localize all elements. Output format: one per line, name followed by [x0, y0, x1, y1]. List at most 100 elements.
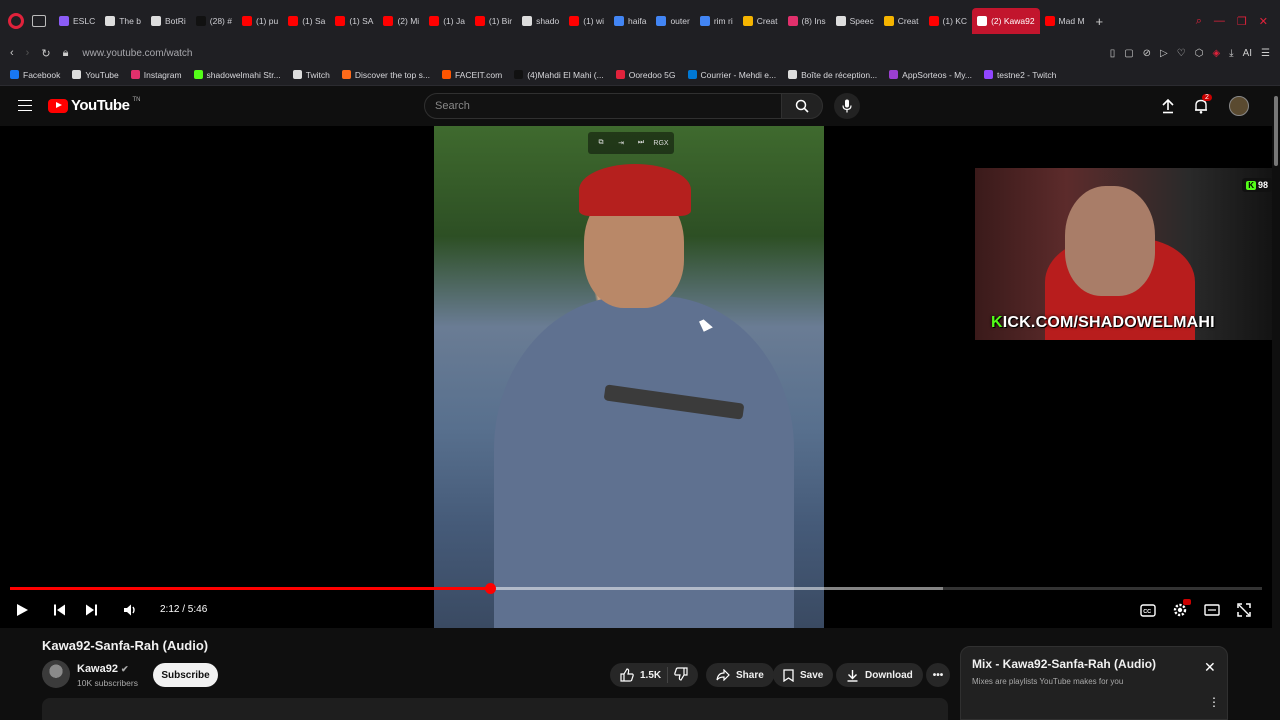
- tab[interactable]: (1) KC: [924, 8, 973, 34]
- tab[interactable]: rim ri: [695, 8, 738, 34]
- tab[interactable]: BotRi: [146, 8, 191, 34]
- save-button[interactable]: Save: [773, 663, 834, 687]
- skip-icon[interactable]: ⏭︎: [634, 136, 648, 150]
- forward-icon[interactable]: ›: [26, 47, 30, 60]
- theater-mode-button[interactable]: [1203, 602, 1221, 618]
- settings-button[interactable]: [1171, 599, 1191, 618]
- easy-setup-icon[interactable]: ☰: [1261, 48, 1270, 59]
- more-actions-button[interactable]: •••: [926, 663, 950, 687]
- video-overlay-toolbar: ⧉ ⇥ ⏭︎ RGX: [588, 132, 674, 154]
- video-figure: [494, 296, 794, 628]
- account-avatar[interactable]: [1229, 96, 1249, 116]
- bookmark-item[interactable]: Twitch: [292, 70, 330, 80]
- voice-search-button[interactable]: [834, 93, 860, 119]
- tab[interactable]: Creat: [879, 8, 924, 34]
- tab[interactable]: outer: [651, 8, 694, 34]
- bookmark-item[interactable]: YouTube: [72, 70, 119, 80]
- tab-active[interactable]: (2) Kawa92: [972, 8, 1040, 34]
- minimize-icon[interactable]: —: [1214, 15, 1225, 28]
- back-icon[interactable]: ‹: [10, 47, 14, 60]
- next-button[interactable]: [83, 602, 99, 618]
- tab[interactable]: Creat: [738, 8, 783, 34]
- channel-avatar[interactable]: [42, 660, 70, 688]
- close-window-icon[interactable]: ✕: [1259, 15, 1268, 28]
- wallet-icon[interactable]: ◈: [1212, 48, 1220, 59]
- captions-button[interactable]: CC: [1139, 602, 1157, 618]
- search-tabs-icon[interactable]: ⌕: [1196, 15, 1202, 28]
- tab[interactable]: (1) Sa: [283, 8, 330, 34]
- channel-name[interactable]: Kawa92 ✔︎: [77, 663, 129, 675]
- close-icon[interactable]: ✕: [1204, 659, 1216, 676]
- hd-badge: [1183, 599, 1191, 605]
- create-button[interactable]: [1160, 98, 1176, 119]
- scrollbar-thumb[interactable]: [1274, 96, 1278, 166]
- tab[interactable]: Speec: [831, 8, 879, 34]
- bookmark-item[interactable]: Boîte de réception...: [788, 70, 877, 80]
- notifications-button[interactable]: 2: [1193, 94, 1212, 119]
- overlay-tag[interactable]: RGX: [653, 136, 668, 150]
- video-player[interactable]: ⧉ ⇥ ⏭︎ RGX K 98 KICK.COM/SHADOWELMAHI 2:: [0, 126, 1280, 628]
- extensions-icon[interactable]: ⬡: [1195, 48, 1204, 59]
- mute-button[interactable]: [122, 602, 138, 618]
- description-box[interactable]: [42, 698, 948, 720]
- page-scrollbar[interactable]: [1272, 86, 1280, 720]
- tab[interactable]: (2) Mi: [378, 8, 424, 34]
- bookmark-item[interactable]: Ooredoo 5G: [615, 70, 676, 80]
- reload-icon[interactable]: ↻: [41, 47, 50, 60]
- popout-icon[interactable]: ⇥: [614, 136, 628, 150]
- tab[interactable]: Mad M: [1040, 8, 1090, 34]
- tab[interactable]: (1) wi: [564, 8, 609, 34]
- download-button[interactable]: Download: [836, 663, 923, 687]
- bookmark-item[interactable]: Courrier - Mehdi e...: [687, 70, 776, 80]
- tab[interactable]: (1) pu: [237, 8, 283, 34]
- copy-icon[interactable]: ⧉: [594, 136, 608, 150]
- new-tab-icon[interactable]: +: [1096, 14, 1104, 29]
- tab[interactable]: shado: [517, 8, 564, 34]
- bookmark-item[interactable]: AppSorteos - My...: [889, 70, 972, 80]
- fullscreen-button[interactable]: [1235, 602, 1253, 618]
- tab[interactable]: (28) #: [191, 8, 237, 34]
- ai-button[interactable]: AI: [1243, 48, 1252, 59]
- bookmark-item[interactable]: Discover the top s...: [341, 70, 430, 80]
- search-input[interactable]: Search: [424, 93, 782, 119]
- mix-playlist-panel[interactable]: Mix - Kawa92-Sanfa-Rah (Audio) Mixes are…: [960, 646, 1228, 720]
- player-icon[interactable]: ▷: [1160, 48, 1168, 59]
- bookmark-item[interactable]: testne2 - Twitch: [983, 70, 1056, 80]
- more-vertical-icon[interactable]: ⋮: [1208, 695, 1220, 709]
- heart-icon[interactable]: ♡: [1177, 48, 1186, 59]
- play-button[interactable]: [14, 602, 30, 618]
- download-icon[interactable]: ⤓: [1229, 48, 1233, 59]
- bookmark-item[interactable]: FACEIT.com: [441, 70, 502, 80]
- maximize-icon[interactable]: ❐: [1237, 15, 1247, 28]
- dislike-button[interactable]: [674, 666, 688, 684]
- url-field[interactable]: www.youtube.com/watch: [82, 48, 192, 59]
- opera-logo-icon[interactable]: [8, 13, 24, 29]
- share-button[interactable]: Share: [706, 663, 774, 687]
- video-frame[interactable]: [434, 126, 824, 628]
- progress-bar[interactable]: [10, 583, 1262, 594]
- bookmark-item[interactable]: Instagram: [130, 70, 182, 80]
- tab[interactable]: (1) SA: [330, 8, 378, 34]
- snapshot-icon[interactable]: ▢: [1124, 48, 1133, 59]
- scrubber-handle[interactable]: [484, 583, 496, 594]
- tab[interactable]: (1) Bir: [470, 8, 517, 34]
- tab[interactable]: The b: [100, 8, 146, 34]
- bookmark-icon[interactable]: ▯: [1110, 48, 1116, 59]
- window-controls: ⌕ — ❐ ✕: [1196, 15, 1274, 28]
- search-button[interactable]: [781, 93, 823, 119]
- tab[interactable]: (8) Ins: [783, 8, 831, 34]
- adblock-icon[interactable]: ⊘: [1143, 48, 1151, 59]
- bookmark-item[interactable]: shadowelmahi Str...: [193, 69, 281, 80]
- youtube-logo[interactable]: YouTube TN: [48, 97, 140, 114]
- subscribe-button[interactable]: Subscribe: [153, 663, 218, 687]
- tab[interactable]: (1) Ja: [424, 8, 470, 34]
- like-button[interactable]: 1.5K: [620, 668, 661, 682]
- tab[interactable]: ESLC: [54, 8, 100, 34]
- previous-button[interactable]: [51, 602, 67, 618]
- bookmark-item[interactable]: (4)Mahdi El Mahi (...: [514, 70, 604, 80]
- tab[interactable]: haifa: [609, 8, 651, 34]
- bookmark-item[interactable]: Facebook: [10, 70, 60, 80]
- menu-icon[interactable]: [18, 100, 32, 111]
- workspaces-icon[interactable]: [32, 15, 46, 27]
- bookmark-label: shadowelmahi Str...: [206, 69, 281, 80]
